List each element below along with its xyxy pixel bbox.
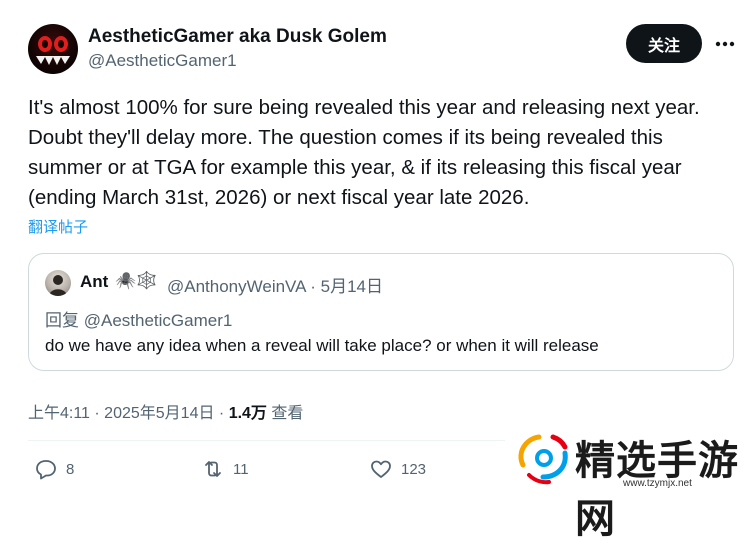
tweet-line: It's almost 100% for sure being revealed… [28,96,700,119]
quoted-author-handle-date[interactable]: @AnthonyWeinVA · 5月14日 [167,272,383,297]
views-label: 查看 [266,405,304,422]
reply-icon [36,460,56,480]
quoted-tweet[interactable]: Ant 🕷️🕸️ @AnthonyWeinVA · 5月14日 回复 @Aest… [28,253,734,371]
watermark-logo-icon [518,434,568,485]
reply-button[interactable]: 8 [34,457,74,481]
repost-count: 11 [233,460,249,478]
watermark-url: www.tzymjx.net [623,478,692,489]
follow-button[interactable]: 关注 [626,24,702,63]
tweet-timestamp[interactable]: 上午4:11 · 2025年5月14日 · [28,405,229,422]
author-name[interactable]: AestheticGamer aka Dusk Golem [88,26,387,48]
author-handle[interactable]: @AestheticGamer1 [88,51,237,71]
repost-icon [205,461,221,477]
quoted-reply-to[interactable]: 回复 @AestheticGamer1 [45,306,232,331]
like-button[interactable]: 123 [369,457,426,481]
tweet-text: It's almost 100% for sure being revealed… [28,93,743,213]
view-count: 1.4万 [228,405,267,422]
spider-web-emoji-icon: 🕷️🕸️ [115,271,158,290]
more-options-icon[interactable] [710,30,740,58]
translate-post-link[interactable]: 翻译帖子 [28,216,88,237]
repost-button[interactable]: 11 [201,457,249,481]
like-count: 123 [401,460,427,478]
tweet-line: Doubt they'll delay more. The question c… [28,126,663,149]
site-watermark: 精选手游网 www.tzymjx.net [505,424,755,542]
tweet-line: (ending March 31st, 2026) or next fiscal… [28,186,530,209]
heart-icon [371,460,391,478]
author-avatar[interactable] [28,24,78,74]
tweet-line: summer or at TGA for example this year, … [28,156,682,179]
reply-count: 8 [66,460,75,478]
quoted-tweet-text: do we have any idea when a reveal will t… [45,336,599,355]
quoted-author-name[interactable]: Ant [80,272,108,292]
quoted-author-avatar[interactable] [45,270,71,296]
tweet-meta: 上午4:11 · 2025年5月14日 · 1.4万 查看 [28,399,303,423]
